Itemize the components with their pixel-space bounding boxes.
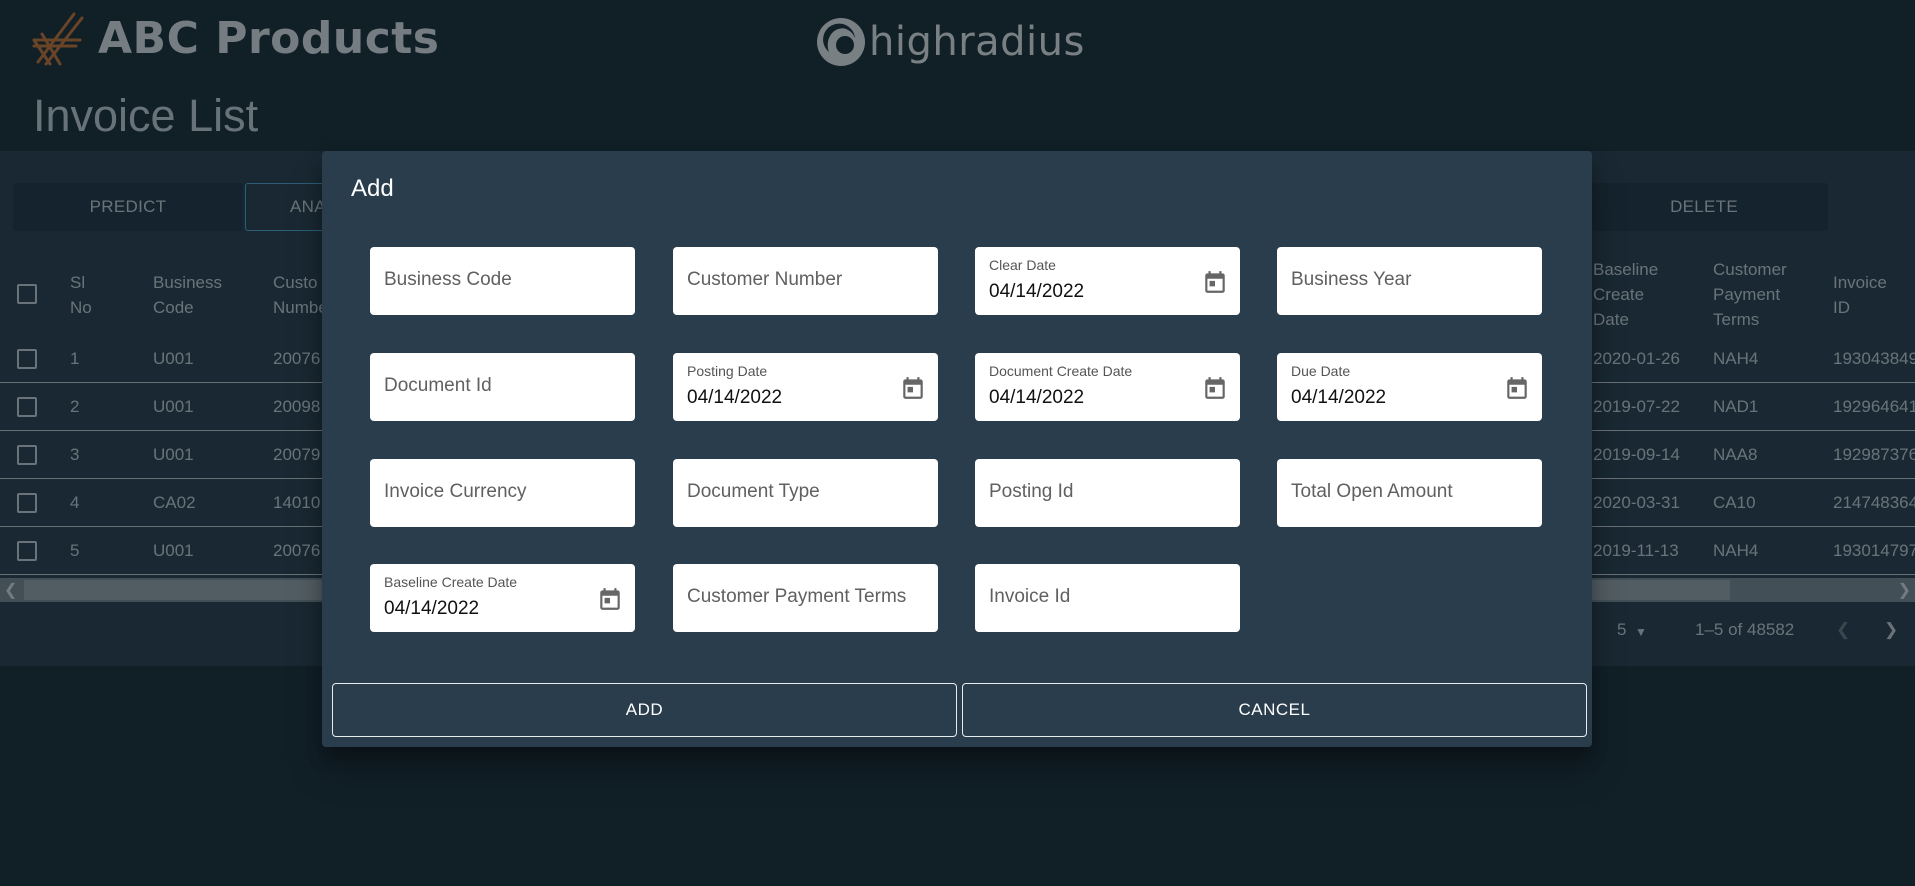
document-create-date-value[interactable]: 04/14/2022 [989, 387, 1084, 409]
add-button[interactable]: ADD [332, 683, 957, 737]
document-id-field[interactable]: Document Id [370, 353, 635, 421]
business-code-placeholder: Business Code [384, 269, 512, 290]
invoice-id-placeholder: Invoice Id [989, 586, 1071, 607]
document-create-date-label: Document Create Date [989, 363, 1133, 379]
invoice-currency-placeholder: Invoice Currency [384, 481, 527, 502]
calendar-icon[interactable] [1504, 375, 1530, 401]
total-open-amount-field[interactable]: Total Open Amount [1277, 459, 1542, 527]
invoice-id-field[interactable]: Invoice Id [975, 564, 1240, 632]
clear-date-value[interactable]: 04/14/2022 [989, 281, 1084, 303]
clear-date-field[interactable]: Clear Date 04/14/2022 [975, 247, 1240, 315]
cancel-button[interactable]: CANCEL [962, 683, 1587, 737]
document-create-date-field[interactable]: Document Create Date 04/14/2022 [975, 353, 1240, 421]
document-type-field[interactable]: Document Type [673, 459, 938, 527]
posting-date-label: Posting Date [687, 363, 768, 379]
clear-date-label: Clear Date [989, 257, 1056, 273]
calendar-icon[interactable] [597, 586, 623, 612]
customer-payment-terms-field[interactable]: Customer Payment Terms [673, 564, 938, 632]
baseline-create-date-field[interactable]: Baseline Create Date 04/14/2022 [370, 564, 635, 632]
calendar-icon[interactable] [1202, 269, 1228, 295]
posting-date-field[interactable]: Posting Date 04/14/2022 [673, 353, 938, 421]
posting-id-field[interactable]: Posting Id [975, 459, 1240, 527]
calendar-icon[interactable] [1202, 375, 1228, 401]
add-dialog: Add Business Code Customer Number Clear … [322, 151, 1592, 747]
business-year-field[interactable]: Business Year [1277, 247, 1542, 315]
business-code-field[interactable]: Business Code [370, 247, 635, 315]
document-type-placeholder: Document Type [687, 481, 820, 502]
due-date-field[interactable]: Due Date 04/14/2022 [1277, 353, 1542, 421]
document-id-placeholder: Document Id [384, 375, 492, 396]
posting-date-value[interactable]: 04/14/2022 [687, 387, 782, 409]
invoice-currency-field[interactable]: Invoice Currency [370, 459, 635, 527]
customer-payment-terms-placeholder: Customer Payment Terms [687, 586, 907, 607]
calendar-icon[interactable] [900, 375, 926, 401]
baseline-create-date-label: Baseline Create Date [384, 574, 518, 590]
baseline-create-date-value[interactable]: 04/14/2022 [384, 598, 479, 620]
due-date-label: Due Date [1291, 363, 1351, 379]
customer-number-placeholder: Customer Number [687, 269, 843, 290]
business-year-placeholder: Business Year [1291, 269, 1412, 290]
dialog-title: Add [351, 175, 394, 202]
total-open-amount-placeholder: Total Open Amount [1291, 481, 1453, 502]
customer-number-field[interactable]: Customer Number [673, 247, 938, 315]
posting-id-placeholder: Posting Id [989, 481, 1074, 502]
due-date-value[interactable]: 04/14/2022 [1291, 387, 1386, 409]
